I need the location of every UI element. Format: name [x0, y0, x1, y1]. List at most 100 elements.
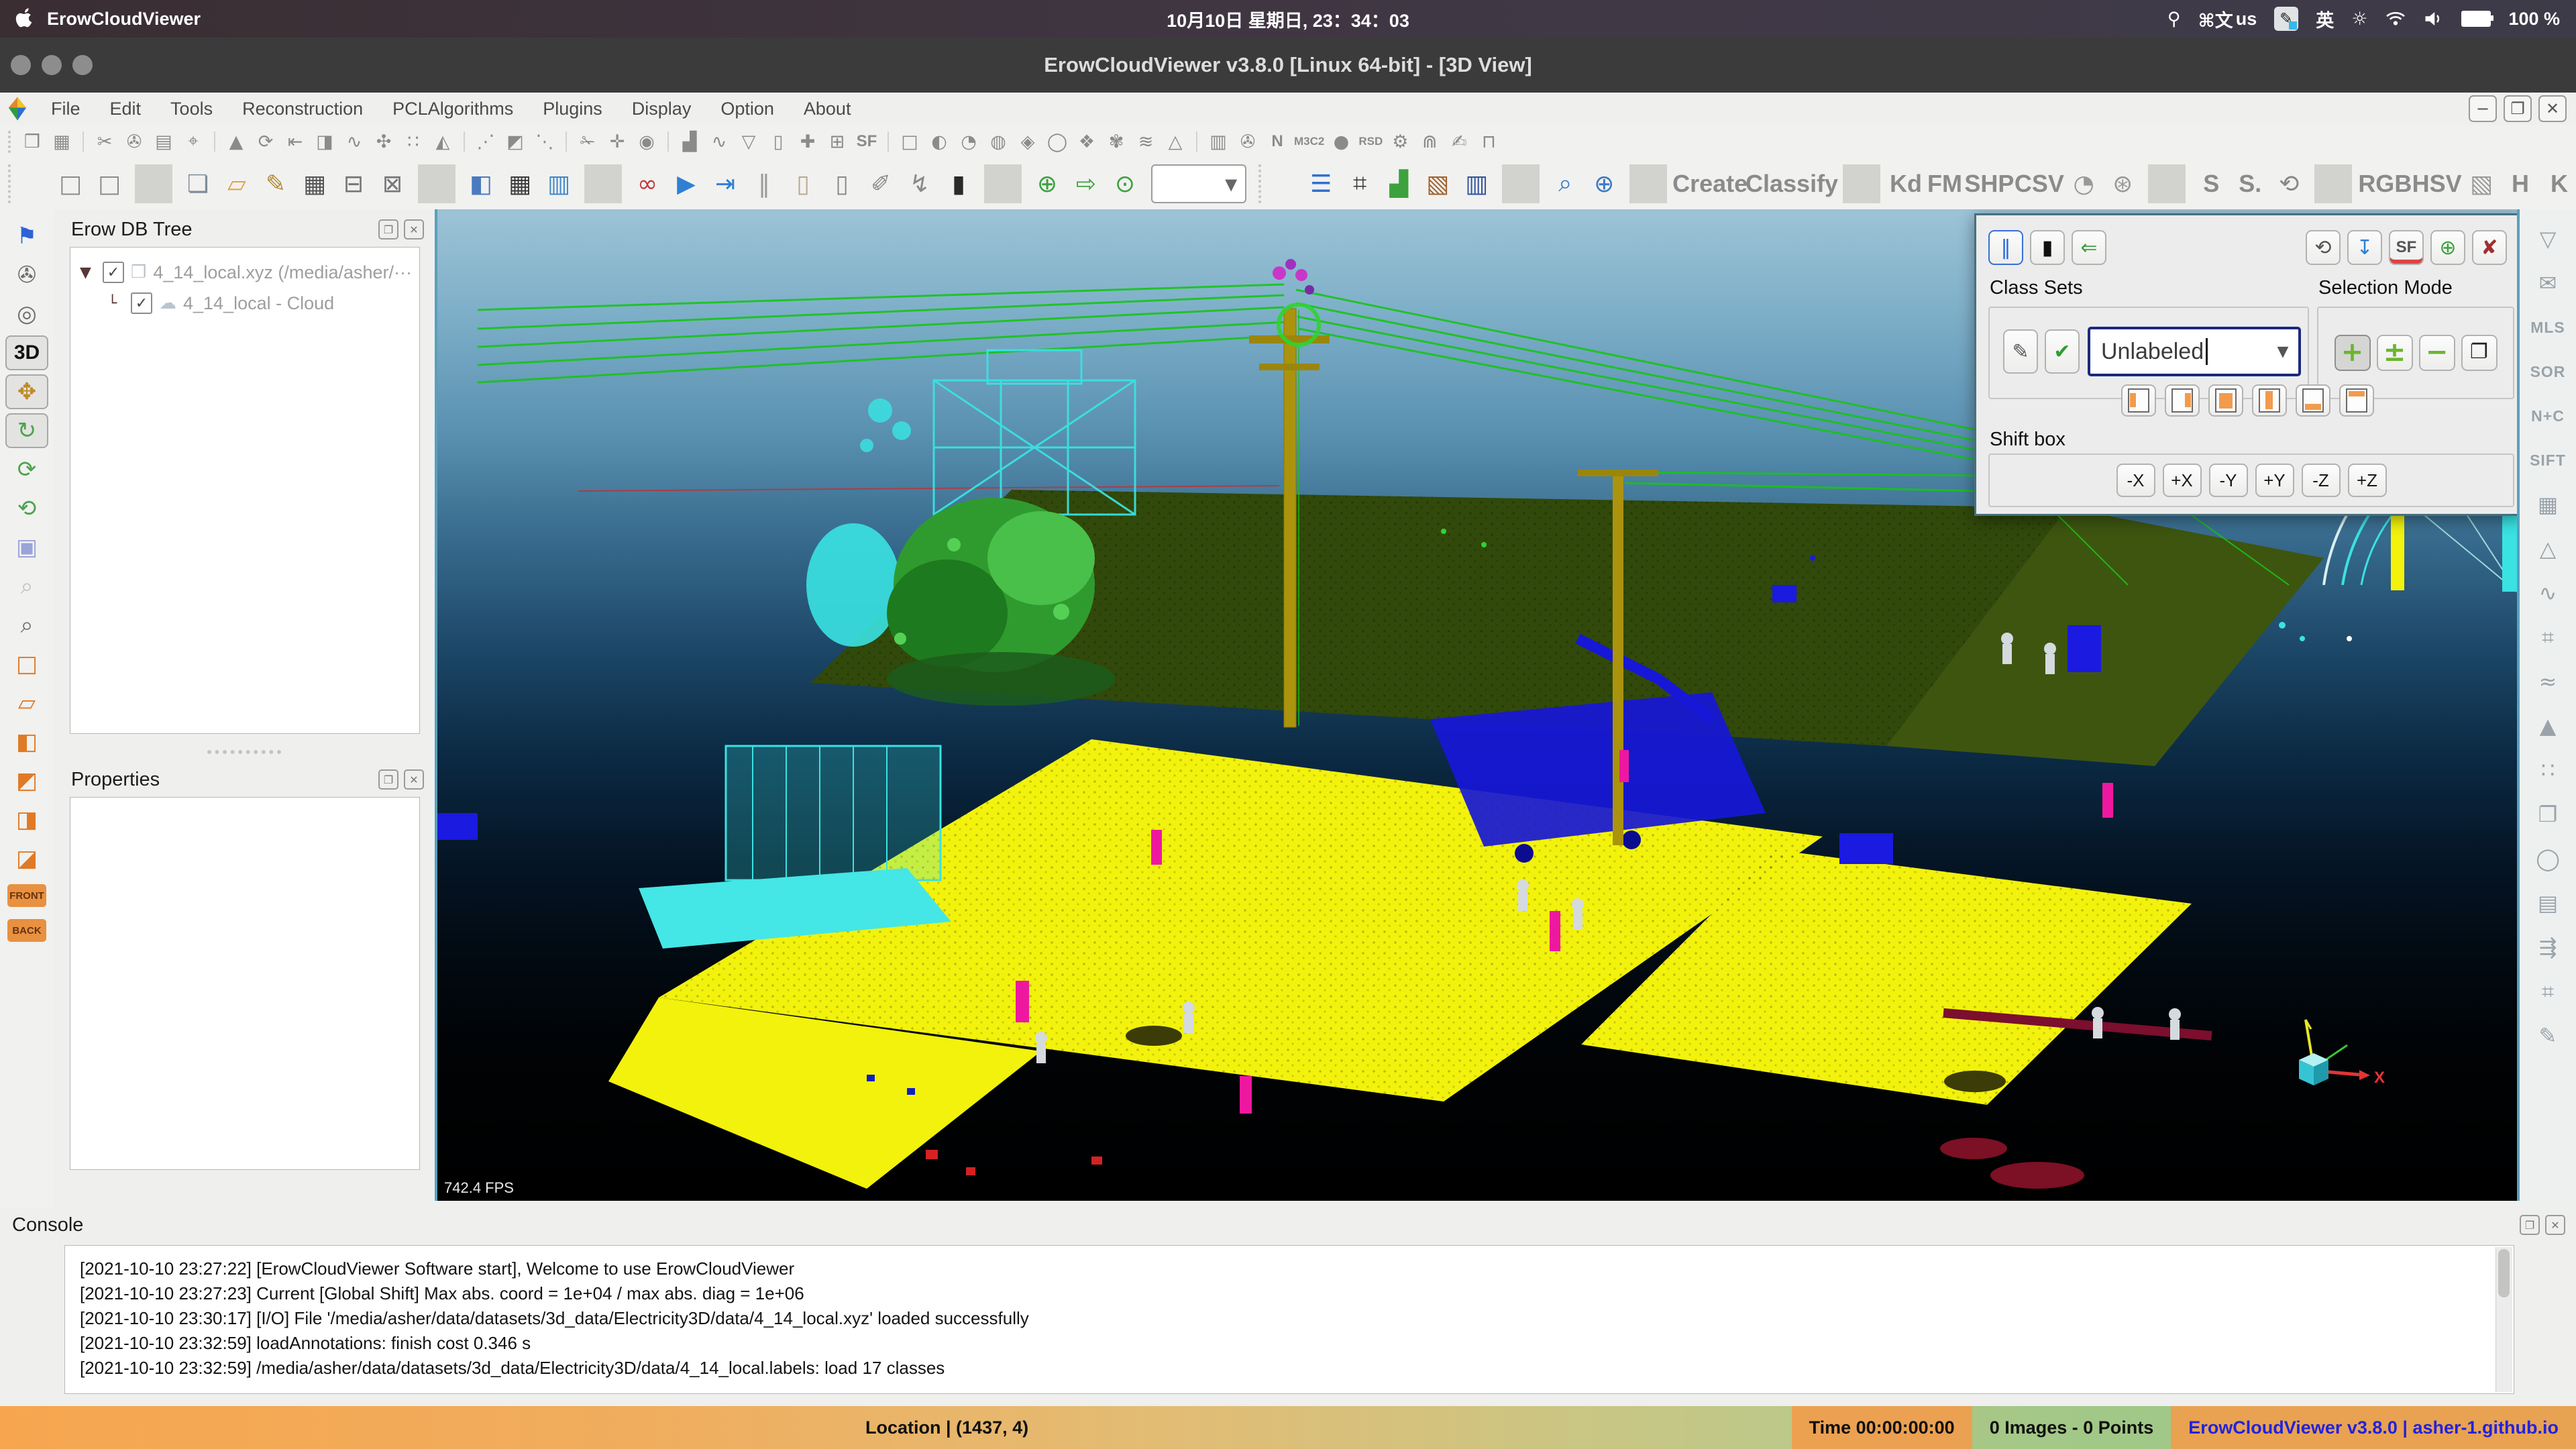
front-view-button[interactable]: FRONT	[7, 884, 46, 907]
list-blue-icon[interactable]: ☰	[1302, 164, 1340, 203]
doc-export-icon[interactable]: ⊠	[374, 164, 411, 203]
zoom-region-button[interactable]: ⌕	[5, 569, 48, 604]
tower-add-icon[interactable]: ⊕	[1028, 164, 1066, 203]
curved-surface-icon[interactable]: ∿	[2525, 574, 2571, 612]
class-combobox[interactable]: Unlabeled ▼	[2088, 327, 2301, 376]
window-title-bar[interactable]: ErowCloudViewer v3.8.0 [Linux 64-bit] - …	[0, 38, 2576, 93]
link-nodes-icon[interactable]: ∞	[629, 164, 666, 203]
axis-arrows-button[interactable]: ✥	[5, 374, 48, 409]
diamond-mesh-icon[interactable]: ◈	[1014, 127, 1042, 156]
stereo-eyes-icon[interactable]: ◉	[633, 127, 661, 156]
system-clock[interactable]: 10月10日 星期日, 23：34：03	[1167, 6, 1409, 32]
panel-close-button[interactable]: ✕	[404, 769, 424, 790]
histogram-icon[interactable]: ▟	[676, 127, 704, 156]
doc-save-icon[interactable]: ▦	[296, 164, 333, 203]
validate-class-button[interactable]: ✔	[2045, 329, 2080, 374]
console-scrollbar[interactable]	[2496, 1247, 2512, 1392]
magnet-icon[interactable]: ⋒	[1415, 127, 1444, 156]
compass-gear-icon[interactable]: ✇	[120, 127, 148, 156]
discs-icon[interactable]: ∷	[2525, 751, 2571, 789]
normals-curvature-icon[interactable]: N+C	[2525, 397, 2571, 435]
gears-icon[interactable]: ⚙	[1386, 127, 1414, 156]
point-cloud-icon[interactable]: ∷	[399, 127, 427, 156]
input-method-icon[interactable]: ✎	[2274, 7, 2298, 31]
rgb-icon[interactable]: RGB	[2359, 164, 2411, 203]
view-left-button[interactable]: ◧	[5, 724, 48, 759]
tower-pin-icon[interactable]: ⊙	[1106, 164, 1144, 203]
add-file-button[interactable]: ⊕	[2430, 230, 2465, 265]
tree-checkbox[interactable]: ✓	[131, 292, 152, 314]
camera-zoom-icon[interactable]: ⌕	[1546, 164, 1584, 203]
normals-icon[interactable]: N	[1263, 127, 1291, 156]
console-log[interactable]: [2021-10-10 23:27:22] [ErowCloudViewer S…	[64, 1245, 2514, 1394]
canupo-create-icon[interactable]: Create	[1674, 164, 1746, 203]
pick-arrow-icon[interactable]: ⚑	[5, 219, 48, 254]
wire-surface-icon[interactable]: ⌗	[2525, 619, 2571, 656]
folder-open-icon[interactable]: ▱	[218, 164, 256, 203]
tree-item-label[interactable]: 4_14_local.xyz (/media/asher/···	[153, 262, 412, 283]
save-icon[interactable]: ▦	[48, 127, 76, 156]
traffic-light-maximize[interactable]	[72, 55, 93, 75]
view-right-button[interactable]: ◨	[5, 802, 48, 837]
view-iso-button[interactable]: □	[5, 647, 48, 682]
language-indicator[interactable]: 英	[2316, 6, 2334, 32]
rings-stack-icon[interactable]: ≋	[1132, 127, 1160, 156]
scatter-slice-icon[interactable]: ⋱	[531, 127, 559, 156]
canupo-classify-icon[interactable]: Classify	[1748, 164, 1836, 203]
camera-capture-icon[interactable]: ◎	[5, 297, 48, 331]
compass-icon[interactable]: ✇	[1234, 127, 1262, 156]
tree-item-cloud[interactable]: └ ✓ ☁ 4_14_local - Cloud	[70, 288, 419, 319]
lasso-icon[interactable]: ∿	[340, 127, 368, 156]
building-blue-icon[interactable]: ▥	[540, 164, 578, 203]
poisson-blob-icon[interactable]: ●	[1327, 127, 1355, 156]
spline-icon[interactable]: S	[2192, 164, 2230, 203]
shift-button[interactable]: +Y	[2255, 464, 2294, 497]
cylinder-undo-icon[interactable]: ⟲	[2270, 164, 2308, 203]
box-face-bottom-button[interactable]	[2296, 384, 2330, 417]
selection-add-button[interactable]: +	[2334, 335, 2371, 371]
sift-icon[interactable]: SIFT	[2525, 441, 2571, 479]
voxel-chip-icon[interactable]: ▦	[2525, 486, 2571, 523]
chart-color-icon[interactable]: ▟	[1380, 164, 1417, 203]
film-export-icon[interactable]: ▥	[1458, 164, 1495, 203]
rsd-icon[interactable]: RSD	[1356, 127, 1385, 156]
h-field-icon[interactable]: H	[2502, 164, 2539, 203]
chisel-icon[interactable]: ✎	[2525, 1017, 2571, 1055]
calculator-icon[interactable]: ⊞	[823, 127, 851, 156]
cylinder-filter-icon[interactable]: ▯	[764, 127, 792, 156]
pie-icon[interactable]: ◔	[2065, 164, 2102, 203]
menu-option[interactable]: Option	[706, 93, 789, 125]
chevron-down-icon[interactable]: ▼	[2267, 329, 2298, 374]
box-face-front-button[interactable]	[2208, 384, 2243, 417]
striped-ellipse-icon[interactable]: ◯	[2525, 840, 2571, 877]
properties-panel[interactable]	[70, 797, 420, 1170]
image-export-icon[interactable]: ▧	[1419, 164, 1456, 203]
restore-button[interactable]: ❐	[2504, 95, 2532, 122]
hand-annotation-icon[interactable]: ✍	[1445, 127, 1473, 156]
camera-screenshot-icon[interactable]: ✇	[5, 258, 48, 292]
panel-close-button[interactable]: ✕	[404, 219, 424, 239]
system-app-name[interactable]: ErowCloudViewer	[47, 9, 201, 30]
add-cross-icon[interactable]: ✚	[794, 127, 822, 156]
battery-icon[interactable]	[2461, 11, 2491, 27]
curve-fit-icon[interactable]: ∿	[705, 127, 733, 156]
sf-export-button[interactable]: SF	[2389, 230, 2424, 265]
undo-button[interactable]: ⟲	[2306, 230, 2341, 265]
keyboard-shortcut-icon[interactable]: ⌘文	[2198, 6, 2233, 32]
doc-edit-icon[interactable]: ✎	[257, 164, 294, 203]
m3c2-icon[interactable]: M3C2	[1293, 127, 1326, 156]
box-primitive-icon[interactable]: □	[896, 127, 924, 156]
menu-plugins[interactable]: Plugins	[528, 93, 617, 125]
film-chart-icon[interactable]: ▥	[1204, 127, 1232, 156]
spline-points-icon[interactable]: S.	[2231, 164, 2269, 203]
import-icon[interactable]: ⇤	[281, 127, 309, 156]
hook-icon[interactable]: ↯	[901, 164, 938, 203]
fan-filter-icon[interactable]: ✣	[370, 127, 398, 156]
terrain-icon[interactable]: ▲	[2525, 707, 2571, 745]
kd-tree-icon[interactable]: Kd	[1887, 164, 1925, 203]
3d-viewport[interactable]: X 742.4 FPS ‖▮⇐ ⟲↧SF⊕✘ Class Sets Select…	[435, 209, 2520, 1201]
panel-close-button[interactable]: ✕	[2545, 1215, 2565, 1235]
cut-plane-icon[interactable]: ✁	[574, 127, 602, 156]
point-picking-icon[interactable]: ⌖	[179, 127, 207, 156]
selection-overlap-button[interactable]: ❐	[2461, 335, 2498, 371]
